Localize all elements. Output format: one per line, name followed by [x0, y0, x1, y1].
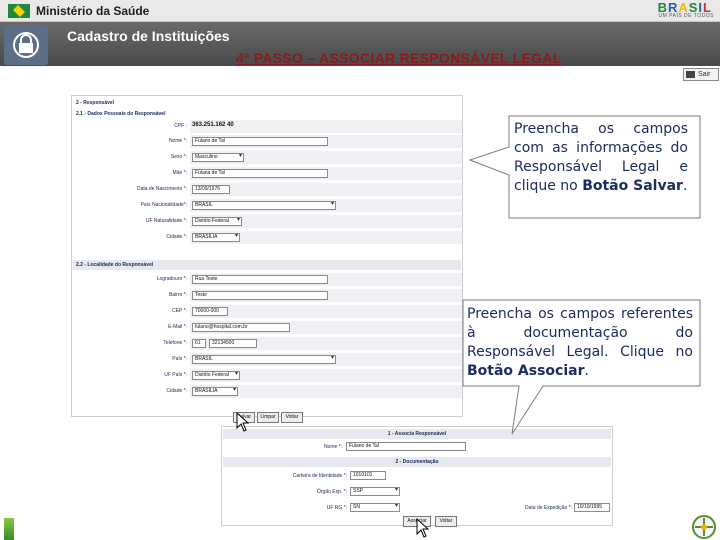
footer-bar	[4, 518, 14, 540]
callout-save-bold: Botão Salvar	[582, 178, 683, 194]
callout-pointers	[462, 115, 701, 435]
pointer-cursor-icon	[236, 412, 250, 432]
callout-associate: Preencha os campos referentes à document…	[467, 306, 693, 379]
callout-associate-bold: Botão Associar	[467, 363, 585, 379]
callout-save: Preencha os campos com as informações do…	[514, 121, 688, 194]
footer-emblem-icon	[692, 515, 716, 539]
pointer-cursor-icon-2	[416, 518, 430, 538]
